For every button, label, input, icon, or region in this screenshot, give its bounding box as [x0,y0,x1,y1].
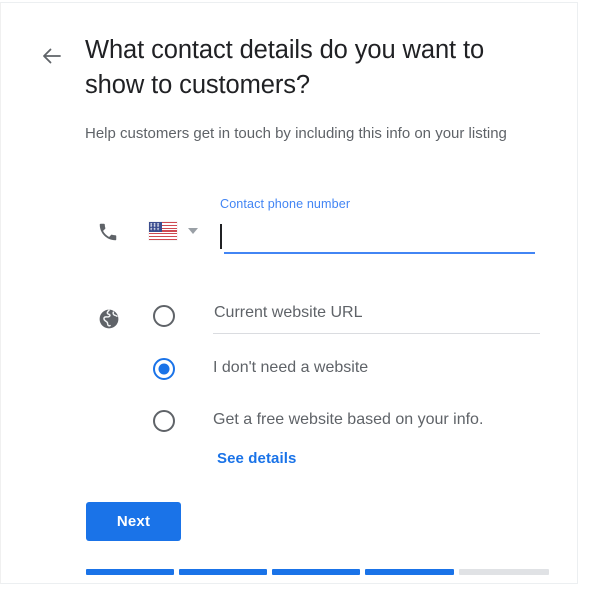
progress-segment-4 [365,569,454,575]
current-website-url-placeholder: Current website URL [214,304,363,321]
contact-phone-label: Contact phone number [220,197,351,211]
website-option-current-url[interactable]: Current website URL [85,302,545,344]
website-option-free-website[interactable]: Get a free website based on your info. [85,407,545,443]
contact-phone-row: ★★★★★★★★★★★★★★★★★★ Contact phone number [85,196,545,256]
free-website-body: Get a free website based on your info. [213,407,545,433]
progress-segment-3 [272,569,360,575]
header: What contact details do you want to show… [1,33,577,103]
next-button[interactable]: Next [86,502,181,541]
us-flag-icon: ★★★★★★★★★★★★★★★★★★ [149,222,177,240]
progress-segment-1 [86,569,174,575]
contact-phone-input[interactable] [217,224,535,254]
chevron-down-icon [188,228,198,234]
arrow-left-icon [40,44,64,68]
country-code-selector[interactable]: ★★★★★★★★★★★★★★★★★★ [149,222,198,240]
back-button[interactable] [35,39,69,73]
page-root: What contact details do you want to show… [0,0,600,596]
text-caret [220,224,222,249]
contact-phone-field[interactable]: Contact phone number [217,196,535,254]
input-underline-focused [224,252,535,254]
no-website-body: I don't need a website [213,355,545,381]
progress-segment-2 [179,569,267,575]
radio-free-website[interactable] [153,410,175,432]
no-website-label: I don't need a website [213,359,369,376]
current-website-url-field[interactable]: Current website URL [213,302,545,334]
input-underline [213,333,540,334]
phone-icon [97,221,119,243]
progress-segment-5 [459,569,549,575]
website-option-no-website[interactable]: I don't need a website [85,355,545,391]
radio-no-website[interactable] [153,358,175,380]
progress-bar [86,569,549,575]
onboarding-card: What contact details do you want to show… [0,2,578,584]
radio-current-website-url[interactable] [153,305,175,327]
page-title: What contact details do you want to show… [85,36,485,99]
see-details-link[interactable]: See details [217,449,296,469]
page-subtitle: Help customers get in touch by including… [85,125,507,142]
free-website-label: Get a free website based on your info. [213,411,484,428]
